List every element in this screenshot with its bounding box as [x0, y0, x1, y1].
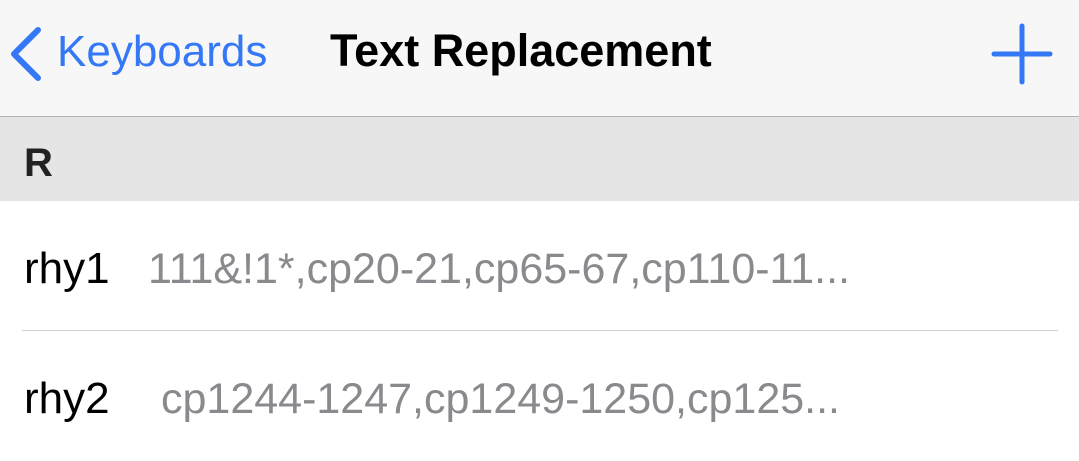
section-letter: R [24, 141, 53, 185]
section-header: R [0, 117, 1079, 201]
navigation-bar: Keyboards Text Replacement [0, 0, 1079, 117]
phrase-label: cp1244-1247,cp1249-1250,cp125... [161, 375, 840, 423]
list-item[interactable]: rhy2 cp1244-1247,cp1249-1250,cp125... [0, 331, 1079, 461]
list-item[interactable]: rhy1 111&!1*,cp20-21,cp65-67,cp110-11... [0, 201, 1079, 331]
shortcut-label: rhy2 [24, 374, 110, 423]
phrase-label: 111&!1*,cp20-21,cp65-67,cp110-11... [148, 245, 851, 293]
chevron-left-icon [11, 27, 41, 81]
plus-icon[interactable] [990, 22, 1054, 86]
page-title: Text Replacement [330, 25, 712, 76]
back-button-label: Keyboards [57, 27, 268, 76]
text-replacement-list: rhy1 111&!1*,cp20-21,cp65-67,cp110-11...… [0, 201, 1079, 456]
shortcut-label: rhy1 [24, 244, 110, 293]
